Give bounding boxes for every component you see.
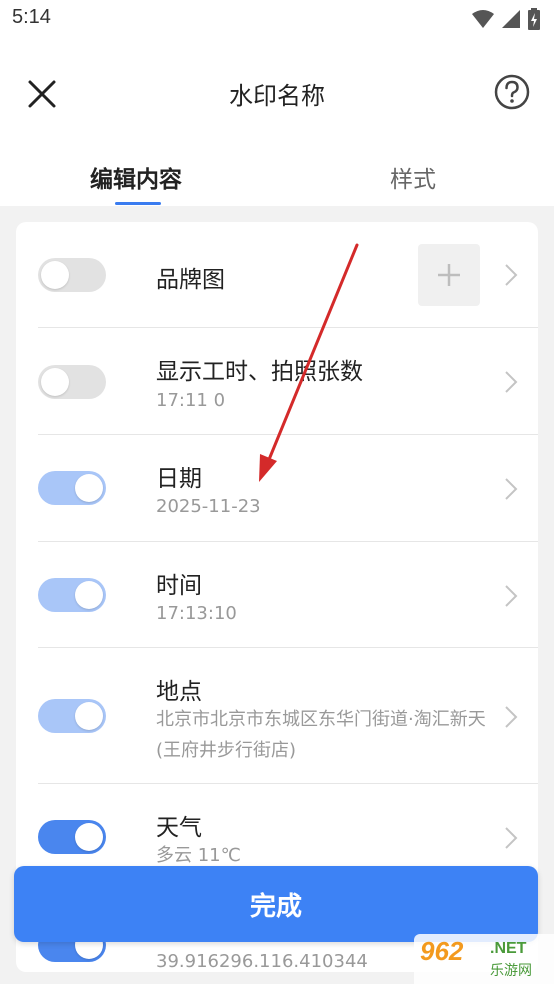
tab-indicator [115,202,161,205]
toggle-switch[interactable] [38,471,106,505]
item-value: 2025-11-23 [156,496,261,517]
toggle-knob [75,823,103,851]
item-label: 时间 [156,573,202,599]
tab-edit-content[interactable]: 编辑内容 [90,160,182,194]
system-icons [472,8,540,30]
watermark-text: 乐游网 [490,963,532,979]
chevron-right-icon [505,371,518,393]
toggle-knob [75,474,103,502]
list-item-date[interactable]: 日期 2025-11-23 [16,435,538,542]
toggle-switch[interactable] [38,258,106,292]
chevron-right-icon [505,585,518,607]
status-bar: 5:14 [0,0,554,38]
list-item-time[interactable]: 时间 17:13:10 [16,542,538,648]
add-brand-image-button[interactable] [418,244,480,306]
wifi-icon [472,10,494,28]
signal-icon [502,10,520,28]
item-label: 显示工时、拍照张数 [156,359,363,385]
help-icon[interactable] [492,72,532,112]
item-label: 日期 [156,466,202,492]
item-label: 天气 [156,815,202,841]
toggle-switch[interactable] [38,820,106,854]
battery-icon [528,8,540,30]
tab-bar: 编辑内容 样式 [0,146,554,206]
tab-style[interactable]: 样式 [390,160,436,194]
page-title: 水印名称 [229,82,325,110]
done-button[interactable]: 完成 [14,866,538,942]
toggle-switch[interactable] [38,365,106,399]
watermark-number: 962 [420,936,464,966]
toggle-switch[interactable] [38,578,106,612]
chevron-right-icon [505,264,518,286]
chevron-right-icon [505,706,518,728]
item-label: 地点 [156,679,202,705]
chevron-right-icon [505,478,518,500]
status-time: 5:14 [12,6,51,28]
list-item-work-hours[interactable]: 显示工时、拍照张数 17:11 0 [16,328,538,435]
app-bar: 水印名称 编辑内容 样式 [0,38,554,206]
toggle-knob [75,702,103,730]
chevron-right-icon [505,827,518,849]
site-watermark-logo: 962 .NET 乐游网 [414,934,554,984]
plus-icon [438,264,460,286]
watermark-net: .NET [490,940,527,957]
toggle-switch[interactable] [38,699,106,733]
toggle-knob [75,581,103,609]
item-value: 17:13:10 [156,603,237,624]
list-item-location[interactable]: 地点 北京市北京市东城区东华门街道·淘汇新天(王府井步行街店) [16,648,538,784]
toggle-knob [41,368,69,396]
list-item-brand-image[interactable]: 品牌图 [16,222,538,328]
watermark-items-card: 品牌图 显示工时、拍照张数 17:11 0 日期 2025-11-23 时间 1… [16,222,538,972]
toggle-knob [41,261,69,289]
item-value: 17:11 0 [156,390,226,411]
item-value: 北京市北京市东城区东华门街道·淘汇新天(王府井步行街店) [156,709,486,761]
item-label: 品牌图 [156,267,225,293]
